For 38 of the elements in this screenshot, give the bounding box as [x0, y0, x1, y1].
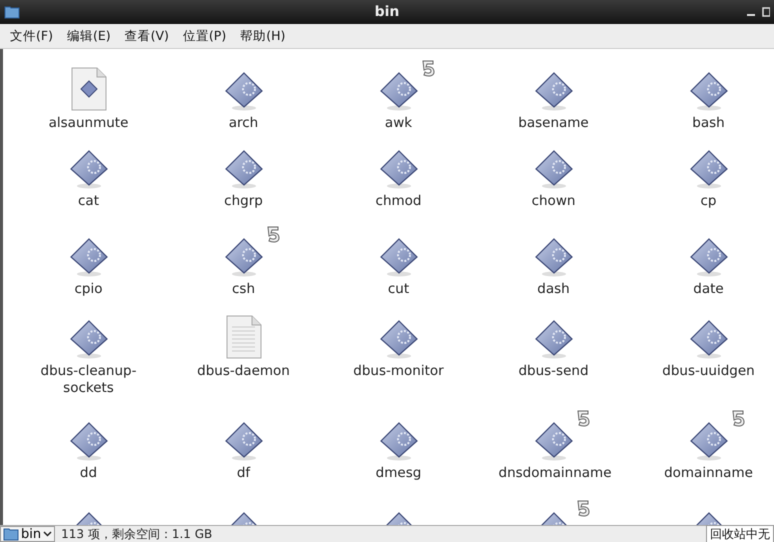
file-name[interactable]: cpio	[74, 281, 102, 298]
file-name[interactable]: date	[693, 281, 724, 298]
file-name[interactable]: awk	[384, 115, 412, 132]
menu-item[interactable]: 查看(V)	[118, 26, 175, 46]
trash-status: 回收站中无	[706, 524, 774, 542]
file-name[interactable]: basename	[518, 115, 589, 132]
file-name[interactable]: df	[236, 465, 250, 482]
file-name[interactable]: cut	[388, 281, 410, 298]
file-name[interactable]: cat	[78, 193, 99, 210]
maximize-icon[interactable]	[762, 7, 770, 17]
file-name[interactable]: dd	[80, 465, 98, 482]
file-name[interactable]: domainname	[664, 465, 753, 482]
caret-icon	[43, 531, 52, 537]
file-name[interactable]: dash	[537, 281, 570, 298]
window-title: bin	[374, 4, 400, 20]
menu-item[interactable]: 编辑(E)	[60, 26, 117, 46]
folder-icon	[3, 527, 19, 541]
file-name[interactable]: csh	[232, 281, 255, 298]
file-name[interactable]: dbus-daemon	[197, 363, 290, 380]
folder-icon	[4, 5, 20, 19]
location-dropdown[interactable]: bin	[0, 526, 56, 542]
file-name[interactable]: dbus-monitor	[353, 363, 444, 380]
file-name[interactable]: dbus-send	[518, 363, 589, 380]
menu-item[interactable]: 帮助(H)	[234, 26, 292, 46]
file-name[interactable]: cp	[700, 193, 716, 210]
menu-item[interactable]: 位置(P)	[176, 26, 232, 46]
file-name[interactable]: alsaunmute	[48, 115, 128, 132]
file-name[interactable]: dnsdomainname	[498, 465, 608, 482]
file-name[interactable]: chgrp	[224, 193, 263, 210]
file-name[interactable]: dbus-cleanup-sockets	[34, 363, 144, 397]
file-name[interactable]: chown	[532, 193, 576, 210]
file-name[interactable]: arch	[228, 115, 258, 132]
menu-item[interactable]: 文件(F)	[4, 26, 59, 46]
file-name[interactable]: bash	[692, 115, 725, 132]
file-name[interactable]: dmesg	[376, 465, 422, 482]
file-name[interactable]: chmod	[376, 193, 422, 210]
status-summary: 113 项，剩余空间：1.1 GB	[61, 526, 212, 542]
file-name[interactable]: dbus-uuidgen	[662, 363, 755, 380]
